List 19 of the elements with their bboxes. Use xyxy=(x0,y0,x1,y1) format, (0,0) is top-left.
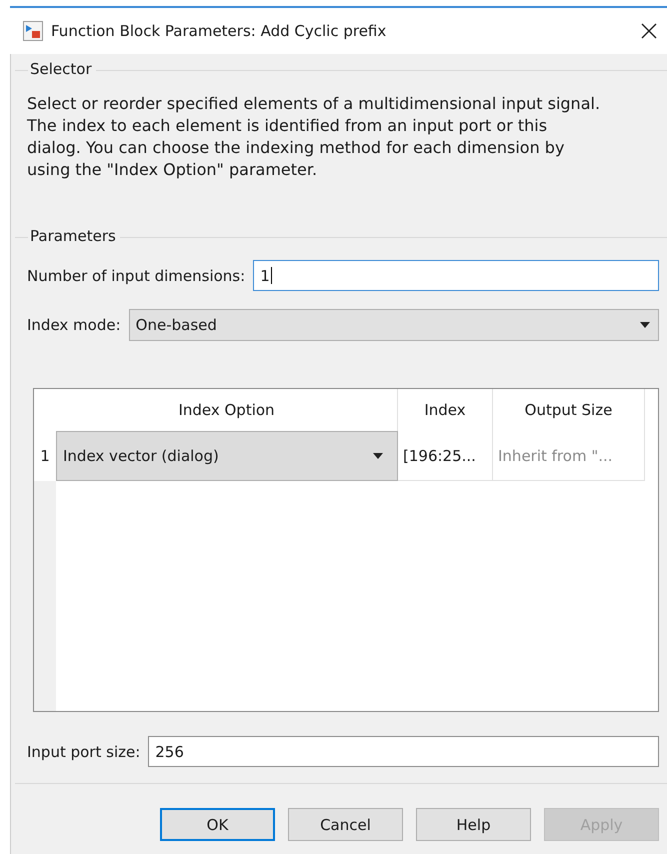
table-cell[interactable]: [196:25... xyxy=(398,431,493,481)
column-header: Output Size xyxy=(493,389,645,431)
field-label: Index mode: xyxy=(27,316,121,334)
dialog-button[interactable]: Help xyxy=(416,808,531,841)
block-icon xyxy=(23,21,43,41)
caret-icon xyxy=(373,453,383,459)
close-icon[interactable] xyxy=(641,23,657,39)
dropdown[interactable]: One-based xyxy=(128,309,659,341)
column-header: Index xyxy=(398,389,493,431)
input-field[interactable]: 1 xyxy=(253,260,659,291)
description-text: Select or reorder specified elements of a multidimensional input signal. The index to each element is identified from an input port or this dialog. You can choose the indexing method for each dimension by using the "Index Option" parameter. xyxy=(27,93,602,181)
dropdown[interactable]: Index vector (dialog) xyxy=(56,431,398,481)
dialog-button[interactable]: OK xyxy=(160,808,275,841)
field-label: Input port size: xyxy=(27,742,140,760)
dialog-button[interactable]: Cancel xyxy=(288,808,403,841)
input-field[interactable]: 256 xyxy=(148,736,659,767)
window-title: Function Block Parameters: Add Cyclic prefix xyxy=(51,22,388,40)
caret-icon xyxy=(640,322,650,328)
field-label: Number of input dimensions: xyxy=(27,266,246,284)
